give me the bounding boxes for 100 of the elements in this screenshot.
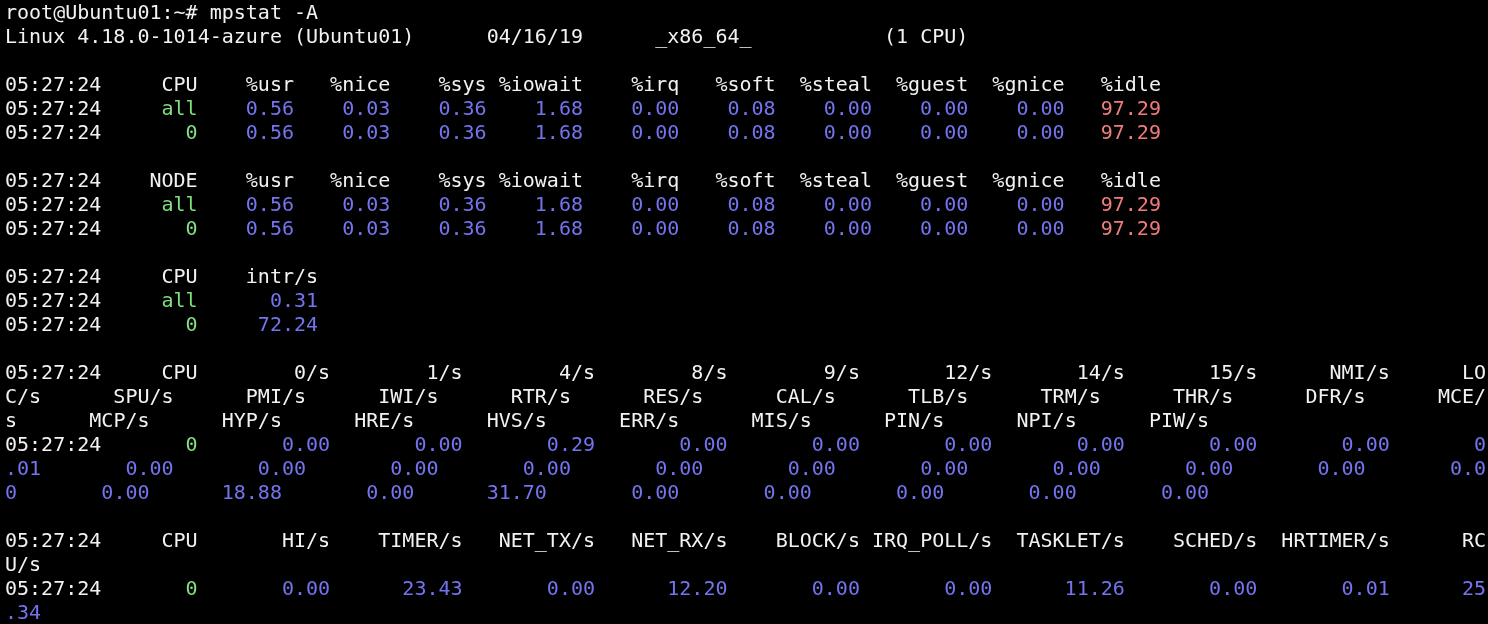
stat-value: 25 bbox=[1460, 576, 1487, 600]
stat-value: 0.00 bbox=[630, 120, 680, 144]
column-header: %soft bbox=[714, 72, 776, 96]
column-header: TLB/s bbox=[907, 384, 969, 408]
stat-value: 0.00 bbox=[810, 576, 860, 600]
column-header: PIW/s bbox=[1147, 408, 1210, 432]
stat-value: 0.00 bbox=[822, 96, 872, 120]
cpu-label: all bbox=[160, 192, 198, 216]
stat-value: 0.08 bbox=[726, 96, 776, 120]
column-header: SPU/s bbox=[112, 384, 174, 408]
column-header: RTR/s bbox=[509, 384, 571, 408]
stat-value: 0.56 bbox=[244, 216, 294, 240]
stat-value: 0.00 bbox=[1051, 456, 1101, 480]
column-header: DFR/s bbox=[1304, 384, 1366, 408]
column-header: HI/s bbox=[280, 528, 331, 552]
column-header: %idle bbox=[1099, 72, 1161, 96]
column-header: PIN/s bbox=[883, 408, 945, 432]
terminal-text: root@Ubuntu01:~# mpstat -A bbox=[5, 0, 319, 24]
column-header: PMI/s bbox=[244, 384, 307, 408]
column-header: %iowait bbox=[497, 168, 583, 192]
column-header: NPI/s bbox=[1015, 408, 1077, 432]
stat-value: 0.00 bbox=[810, 432, 860, 456]
stat-value: 0.00 bbox=[1316, 456, 1366, 480]
stat-value: 0.00 bbox=[919, 216, 969, 240]
stat-value: 0.00 bbox=[822, 216, 872, 240]
terminal-text: 05:27:24 bbox=[5, 120, 102, 144]
stat-value: .34 bbox=[5, 600, 42, 624]
column-header: THR/s bbox=[1172, 384, 1234, 408]
column-header: %nice bbox=[329, 72, 391, 96]
column-header: CPU bbox=[160, 528, 198, 552]
cpu-label: all bbox=[160, 288, 198, 312]
stat-value: 0.00 bbox=[413, 432, 463, 456]
column-header: 12/s bbox=[943, 360, 993, 384]
terminal-text: _x86_64_ bbox=[654, 24, 752, 48]
terminal-text: 05:27:24 bbox=[5, 312, 102, 336]
stat-value: 1.68 bbox=[533, 96, 583, 120]
column-header: HVS/s bbox=[485, 408, 547, 432]
column-header: HRE/s bbox=[353, 408, 415, 432]
column-header: U/s bbox=[5, 552, 42, 576]
stat-value: 0.36 bbox=[437, 96, 487, 120]
stat-value: 0.00 bbox=[919, 192, 969, 216]
terminal-text: 05:27:24 bbox=[5, 192, 102, 216]
stat-value: 0.00 bbox=[389, 456, 439, 480]
column-header: intr/s bbox=[244, 264, 319, 288]
stat-value: 0.56 bbox=[244, 192, 294, 216]
column-header: 8/s bbox=[690, 360, 728, 384]
column-header: MCE/ bbox=[1436, 384, 1487, 408]
stat-value: 0.00 bbox=[100, 480, 150, 504]
column-header: 14/s bbox=[1075, 360, 1125, 384]
cpu-label: 0 bbox=[184, 216, 198, 240]
stat-value: 0.36 bbox=[437, 192, 487, 216]
column-header: NET_RX/s bbox=[630, 528, 728, 552]
stat-value: 0.00 bbox=[630, 96, 680, 120]
stat-value: 0.00 bbox=[1075, 432, 1125, 456]
column-header: HRTIMER/s bbox=[1280, 528, 1390, 552]
stat-value: 0.03 bbox=[341, 216, 391, 240]
stat-value: 18.88 bbox=[220, 480, 282, 504]
column-header: TRM/s bbox=[1039, 384, 1101, 408]
column-header: CPU bbox=[160, 72, 198, 96]
stat-value: 0.00 bbox=[919, 456, 969, 480]
column-header: %iowait bbox=[497, 72, 583, 96]
terminal-text: 05:27:24 bbox=[5, 288, 102, 312]
stat-value: 0.36 bbox=[437, 120, 487, 144]
stat-value: 0.00 bbox=[943, 576, 993, 600]
column-header: NET_TX/s bbox=[497, 528, 595, 552]
stat-value: 0.00 bbox=[1208, 432, 1258, 456]
column-header: %guest bbox=[895, 72, 969, 96]
column-header: %irq bbox=[630, 168, 680, 192]
stat-value: 0.00 bbox=[124, 456, 174, 480]
stat-value: 0.00 bbox=[943, 432, 993, 456]
column-header: %sys bbox=[437, 72, 487, 96]
terminal-text: 04/16/19 bbox=[485, 24, 583, 48]
stat-value: 0.00 bbox=[1340, 432, 1390, 456]
column-header: HYP/s bbox=[220, 408, 282, 432]
terminal-text: 05:27:24 bbox=[5, 528, 102, 552]
stat-value: 31.70 bbox=[485, 480, 547, 504]
column-header: %steal bbox=[798, 72, 872, 96]
stat-value: 23.43 bbox=[401, 576, 463, 600]
stat-value: 0 bbox=[5, 480, 18, 504]
stat-value: 0.00 bbox=[1015, 120, 1065, 144]
idle-value: 97.29 bbox=[1099, 216, 1161, 240]
column-header: SCHED/s bbox=[1172, 528, 1258, 552]
stat-value: 0.00 bbox=[545, 576, 595, 600]
stat-value: 0.08 bbox=[726, 192, 776, 216]
stat-value: .01 bbox=[5, 456, 42, 480]
stat-value: 0.00 bbox=[919, 120, 969, 144]
column-header: IRQ_POLL/s bbox=[870, 528, 993, 552]
stat-value: 0.00 bbox=[630, 192, 680, 216]
column-header: LO bbox=[1460, 360, 1487, 384]
stat-value: 0.00 bbox=[786, 456, 836, 480]
stat-value: 0.00 bbox=[1208, 576, 1258, 600]
cpu-label: all bbox=[160, 96, 198, 120]
terminal-text: 05:27:24 bbox=[5, 264, 102, 288]
stat-value: 0.00 bbox=[762, 480, 812, 504]
stat-value: 1.68 bbox=[533, 216, 583, 240]
terminal-text: Linux 4.18.0-1014-azure (Ubuntu01) bbox=[5, 24, 415, 48]
stat-value: 0.00 bbox=[919, 96, 969, 120]
cpu-label: 0 bbox=[184, 432, 198, 456]
stat-value: 0.31 bbox=[268, 288, 319, 312]
terminal-text: 05:27:24 bbox=[5, 216, 102, 240]
